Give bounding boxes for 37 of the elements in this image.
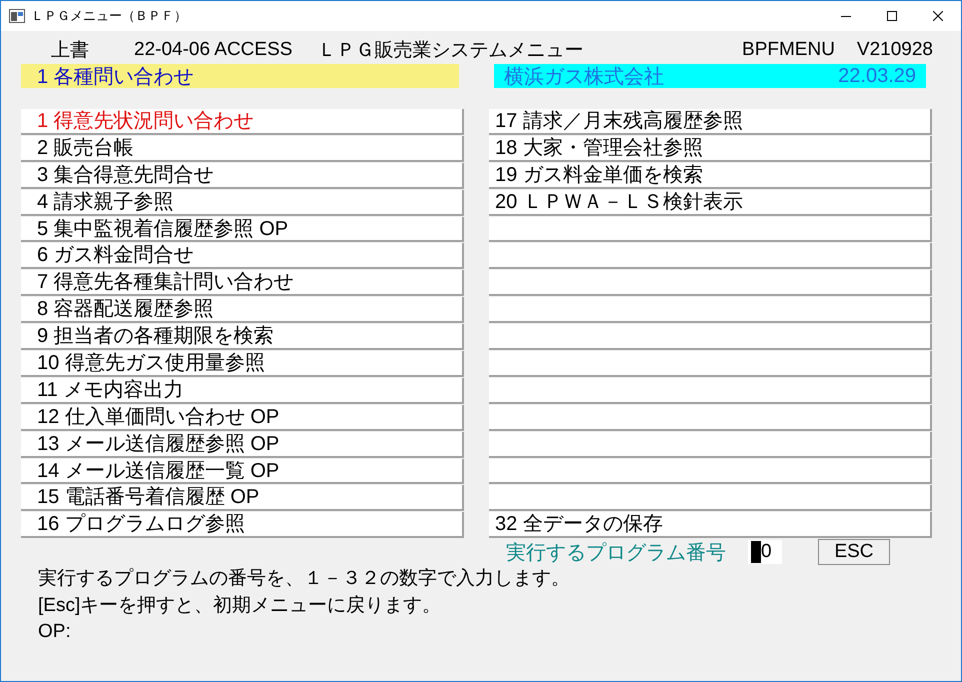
company-name: 横浜ガス株式会社 bbox=[504, 64, 664, 90]
menu-item[interactable]: 2 販売台帳 bbox=[21, 136, 464, 162]
help-text: [Esc]キーを押すと、初期メニューに戻ります。 bbox=[38, 594, 442, 618]
menu-item[interactable]: 7 得意先各種集計問い合わせ bbox=[21, 270, 464, 296]
window-title: ＬＰＧメニュー（ＢＰＦ） bbox=[31, 7, 188, 25]
menu-item[interactable]: 9 担当者の各種期限を検索 bbox=[21, 324, 464, 350]
system-title: ＬＰＧ販売業システムメニュー bbox=[317, 39, 584, 63]
menu-item[interactable]: 13 メール送信履歴参照 OP bbox=[21, 432, 464, 458]
menu-item[interactable]: 32 全データの保存 bbox=[489, 512, 932, 538]
menu-item[interactable]: 3 集合得意先問合せ bbox=[21, 162, 464, 189]
menu-item[interactable]: 20 ＬＰＷＡ－ＬＳ検針表示 bbox=[489, 190, 932, 216]
menu-item[interactable]: 1 得意先状況問い合わせ bbox=[21, 109, 464, 135]
mode-label: 上書 bbox=[51, 39, 89, 63]
date-label: 22-04-06 ACCESS bbox=[134, 39, 292, 61]
menu-item[interactable]: 12 仕入単価問い合わせ OP bbox=[21, 404, 464, 431]
menu-item[interactable]: 10 得意先ガス使用量参照 bbox=[21, 351, 464, 377]
program-number-label: 実行するプログラム番号 bbox=[506, 540, 726, 566]
menu-item[interactable]: 19 ガス料金単価を検索 bbox=[489, 162, 932, 189]
menu-item[interactable]: 18 大家・管理会社参照 bbox=[489, 136, 932, 162]
menu-item[interactable]: 15 電話番号着信履歴 OP bbox=[21, 485, 464, 512]
menu-item[interactable]: 6 ガス料金問合せ bbox=[21, 243, 464, 270]
esc-button[interactable]: ESC bbox=[818, 539, 890, 566]
menu-item[interactable]: 14 メール送信履歴一覧 OP bbox=[21, 458, 464, 484]
company-date: 22.03.29 bbox=[838, 64, 916, 88]
menu-item[interactable]: 8 容器配送履歴参照 bbox=[21, 297, 464, 324]
program-number-field[interactable]: 0 bbox=[748, 540, 782, 564]
menu-item[interactable]: 17 請求／月末残高履歴参照 bbox=[489, 109, 932, 135]
menu-item[interactable]: 5 集中監視着信履歴参照 OP bbox=[21, 216, 464, 242]
help-text: OP: bbox=[38, 620, 72, 644]
menu-item[interactable]: 16 プログラムログ参照 bbox=[21, 512, 464, 538]
menu-item[interactable]: 11 メモ内容出力 bbox=[21, 378, 464, 404]
menu-group-title: 1 各種問い合わせ bbox=[21, 64, 459, 88]
help-text: 実行するプログラムの番号を、１－３２の数字で入力します。 bbox=[38, 567, 571, 592]
app-icon bbox=[9, 9, 25, 23]
menu-item[interactable]: 4 請求親子参照 bbox=[21, 190, 464, 216]
program-id: BPFMENU bbox=[742, 39, 835, 61]
version-label: V210928 bbox=[856, 39, 933, 61]
